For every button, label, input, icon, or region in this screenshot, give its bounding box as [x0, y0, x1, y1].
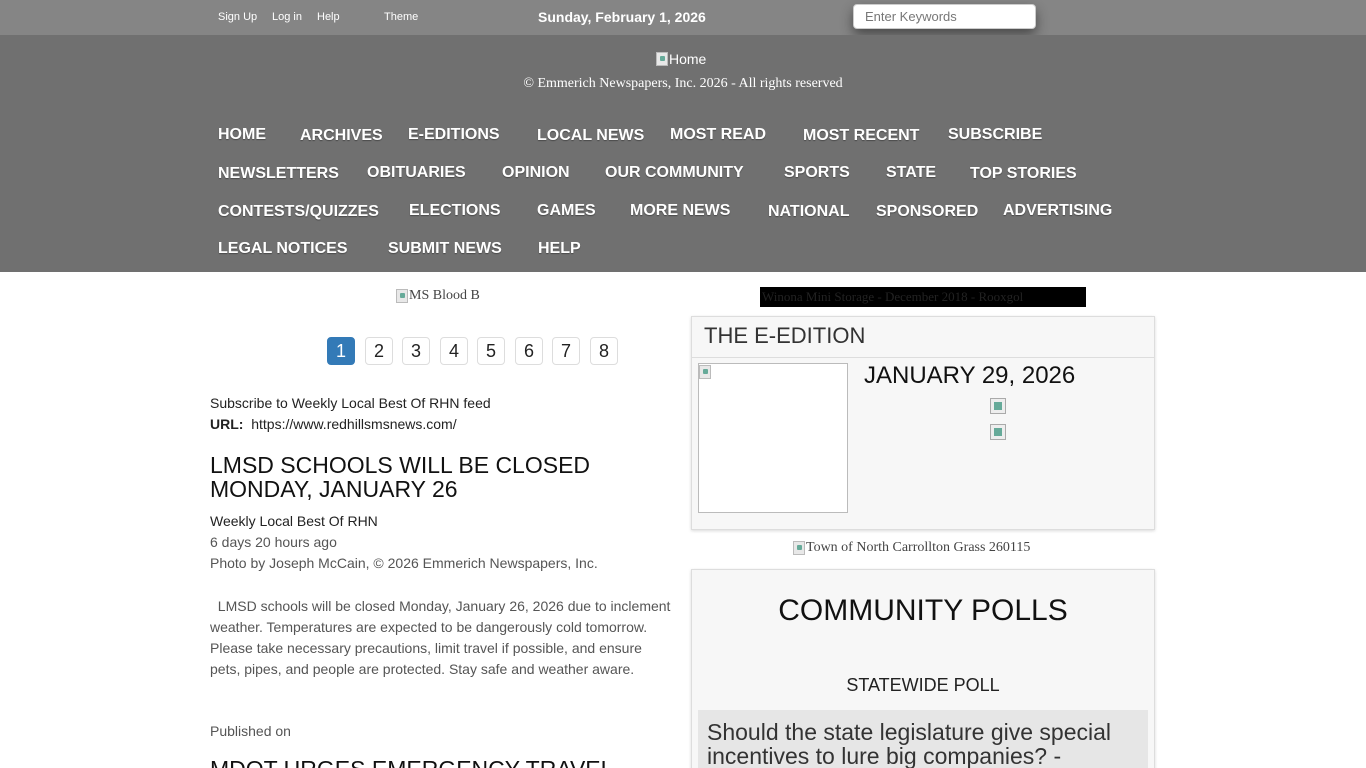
- sign-up-link[interactable]: Sign Up: [218, 11, 257, 23]
- nav-advertising[interactable]: Advertising: [1003, 202, 1112, 220]
- page-4-button[interactable]: 4: [440, 337, 468, 365]
- nav-legal-notices[interactable]: Legal Notices: [218, 240, 348, 258]
- nav-home[interactable]: Home: [218, 126, 266, 144]
- nav-help[interactable]: Help: [538, 240, 581, 258]
- feed-url-label: URL:: [210, 416, 244, 432]
- nav-national[interactable]: National: [768, 203, 849, 221]
- feed-subscribe-link[interactable]: Subscribe to Weekly Local Best Of RHN fe…: [210, 393, 491, 414]
- nav-local-news[interactable]: Local News: [537, 127, 644, 145]
- divider: [692, 357, 1154, 358]
- help-link[interactable]: Help: [317, 11, 340, 23]
- feed-url: https://www.redhillsmsnews.com/: [251, 416, 457, 432]
- ad-north-carrollton[interactable]: Town of North Carrollton Grass 260115: [793, 540, 1030, 556]
- e-edition-date: January 29, 2026: [864, 362, 1076, 389]
- e-edition-link-icon[interactable]: [990, 398, 1006, 414]
- broken-image-icon: [656, 52, 668, 66]
- nav-top-stories[interactable]: Top Stories: [970, 165, 1077, 183]
- page-3-button[interactable]: 3: [402, 337, 430, 365]
- nav-archives[interactable]: Archives: [300, 127, 383, 145]
- home-logo-link[interactable]: Home: [656, 51, 706, 67]
- site-header: Home © Emmerich Newspapers, Inc. 2026 - …: [0, 35, 1366, 272]
- nav-most-read[interactable]: Most Read: [670, 126, 766, 144]
- page-2-button[interactable]: 2: [365, 337, 393, 365]
- ad-mid-alt: Town of North Carrollton Grass 260115: [806, 540, 1031, 555]
- article-body: LMSD schools will be closed Monday, Janu…: [210, 598, 675, 677]
- ad-right-alt: Winona Mini Storage - December 2018 - Ro…: [762, 289, 1024, 304]
- nav-subscribe[interactable]: Subscribe: [948, 126, 1042, 144]
- polls-title: Community Polls: [778, 594, 1068, 627]
- page-5-button[interactable]: 5: [477, 337, 505, 365]
- theme-link[interactable]: Theme: [384, 11, 418, 23]
- nav-obituaries[interactable]: Obituaries: [367, 164, 466, 182]
- e-edition-download-icon[interactable]: [990, 424, 1006, 440]
- next-article-title[interactable]: MDOT urges emergency travel: [210, 756, 613, 768]
- page-7-button[interactable]: 7: [552, 337, 580, 365]
- nav-opinion[interactable]: Opinion: [502, 164, 570, 182]
- copyright-text: © Emmerich Newspapers, Inc. 2026 - All r…: [523, 76, 843, 91]
- page-6-button[interactable]: 6: [515, 337, 543, 365]
- published-label: Published on: [210, 723, 291, 739]
- polls-subtitle: Statewide Poll: [846, 675, 1000, 695]
- log-in-link[interactable]: Log in: [272, 11, 302, 23]
- home-logo-alt: Home: [669, 51, 707, 67]
- nav-sports[interactable]: Sports: [784, 164, 850, 182]
- community-polls-panel: Community Polls Statewide Poll Should th…: [691, 569, 1155, 768]
- e-edition-title: The E-Edition: [704, 323, 866, 348]
- top-bar: Sign Up Log in Help Theme Sunday, Februa…: [0, 0, 1366, 35]
- article-photo-credit: Photo by Joseph McCain, © 2026 Emmerich …: [210, 555, 598, 571]
- nav-newsletters[interactable]: Newsletters: [218, 165, 339, 183]
- ad-winona-mini-storage[interactable]: Winona Mini Storage - December 2018 - Ro…: [760, 287, 1086, 307]
- e-edition-cover[interactable]: [698, 363, 848, 513]
- nav-most-recent[interactable]: Most Recent: [803, 127, 919, 145]
- ad-left-alt: MS Blood B: [409, 288, 480, 303]
- article-source: Weekly Local Best Of RHN: [210, 513, 378, 529]
- nav-more-news[interactable]: More News: [630, 202, 730, 220]
- e-edition-panel: The E-Edition January 29, 2026: [691, 316, 1155, 530]
- nav-our-community[interactable]: Our Community: [605, 164, 744, 182]
- search-input[interactable]: [853, 4, 1036, 29]
- page-1-button[interactable]: 1: [327, 337, 355, 365]
- feed-info: Subscribe to Weekly Local Best Of RHN fe…: [210, 393, 491, 435]
- nav-contests-quizzes[interactable]: Contests/Quizzes: [218, 203, 379, 221]
- nav-submit-news[interactable]: Submit News: [388, 240, 502, 258]
- nav-e-editions[interactable]: E-Editions: [408, 126, 500, 144]
- ad-ms-blood[interactable]: MS Blood B: [396, 288, 480, 304]
- broken-image-icon: [793, 541, 805, 555]
- article-age: 6 days 20 hours ago: [210, 534, 337, 550]
- current-date: Sunday, February 1, 2026: [538, 9, 706, 25]
- nav-games[interactable]: Games: [537, 202, 596, 220]
- nav-sponsored[interactable]: Sponsored: [876, 203, 978, 221]
- article-title[interactable]: LMSD Schools will be closed Monday, Janu…: [210, 453, 670, 501]
- broken-image-icon: [699, 365, 711, 379]
- nav-state[interactable]: State: [886, 164, 936, 182]
- broken-image-icon: [396, 289, 408, 303]
- nav-elections[interactable]: Elections: [409, 202, 501, 220]
- poll-question: Should the state legislature give specia…: [698, 710, 1148, 768]
- page-8-button[interactable]: 8: [590, 337, 618, 365]
